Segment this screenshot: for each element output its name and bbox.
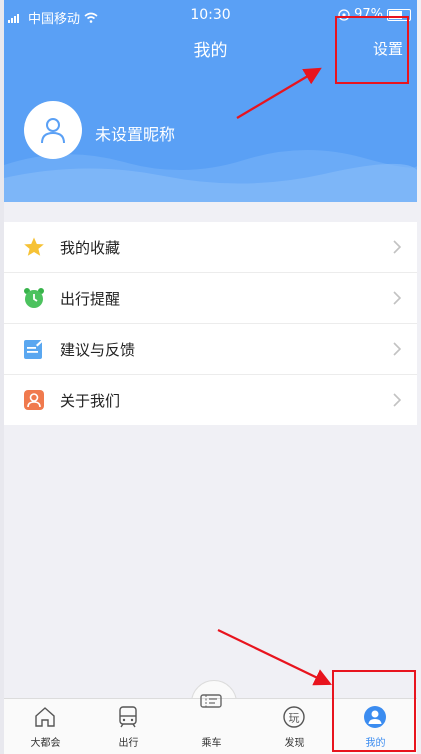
menu-item-label: 关于我们	[60, 392, 121, 410]
star-icon	[24, 237, 44, 256]
avatar[interactable]	[24, 101, 82, 159]
annotation-box-mine-tab	[332, 670, 416, 752]
nickname-label[interactable]: 未设置昵称	[95, 121, 175, 145]
menu-item-favorites[interactable]: 我的收藏	[4, 222, 417, 273]
profile-screen: 中国移动 10:30 97% 我的 设置 未设置昵称 我的收藏 出行提醒 建议与…	[4, 0, 417, 754]
tab-label: 大都会	[30, 738, 61, 749]
default-avatar-icon	[41, 118, 65, 144]
person-icon	[24, 390, 44, 410]
tab-label: 乘车	[201, 738, 222, 749]
menu-item-label: 我的收藏	[60, 239, 121, 257]
menu-item-label: 出行提醒	[60, 290, 121, 308]
tab-travel[interactable]: 出行	[87, 699, 170, 754]
menu-item-travel-reminder[interactable]: 出行提醒	[4, 273, 417, 324]
tab-discover[interactable]: 玩 发现	[253, 699, 336, 754]
menu-list: 我的收藏 出行提醒 建议与反馈 关于我们	[4, 222, 417, 425]
chevron-right-icon	[393, 393, 401, 407]
menu-item-feedback[interactable]: 建议与反馈	[4, 324, 417, 375]
chevron-right-icon	[393, 342, 401, 356]
annotation-box-settings	[335, 16, 409, 84]
bus-icon	[119, 706, 137, 728]
alarm-clock-icon	[24, 288, 44, 308]
menu-item-about-us[interactable]: 关于我们	[4, 375, 417, 425]
ticket-icon	[200, 694, 222, 708]
chevron-right-icon	[393, 240, 401, 254]
tab-metropolis[interactable]: 大都会	[4, 699, 87, 754]
play-badge-glyph: 玩	[289, 712, 300, 725]
tab-label: 出行	[118, 738, 139, 749]
tab-ride[interactable]: 乘车	[170, 694, 253, 754]
tab-label: 发现	[284, 738, 305, 749]
chevron-right-icon	[393, 291, 401, 305]
home-icon	[35, 707, 55, 727]
menu-item-label: 建议与反馈	[60, 341, 136, 359]
feedback-note-icon	[24, 338, 45, 359]
play-badge-icon: 玩	[283, 706, 305, 728]
